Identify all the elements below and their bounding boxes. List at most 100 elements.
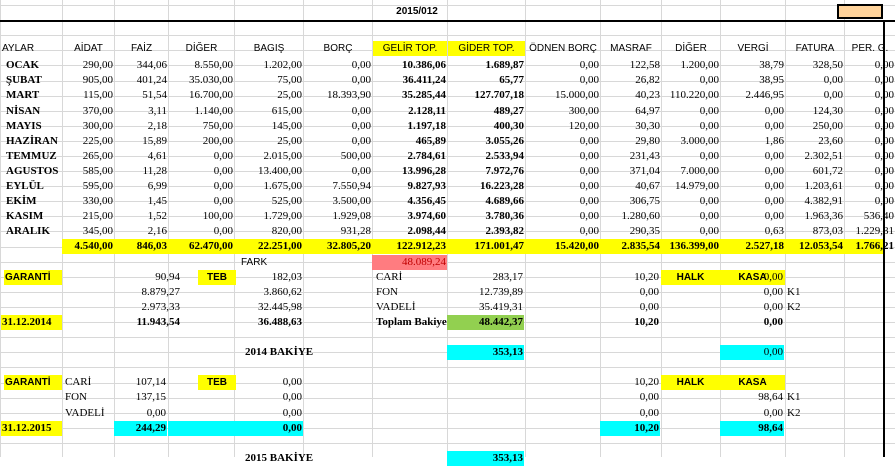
kasa-value: 0,00 [763,271,783,283]
table-cell: 290,00 [82,59,113,71]
table-cell: 290,35 [629,225,660,237]
account-label: VADELİ [376,301,416,313]
bakiye-2014-label: 2014 BAKİYE [245,346,314,358]
table-cell: 601,72 [812,165,843,177]
table-cell: 0,00 [351,74,371,86]
table-cell: 2.302,51 [804,150,844,162]
account-value: 283,17 [492,271,523,283]
garanti-total: 11.943,54 [136,316,180,328]
table-cell: 0,00 [579,180,599,192]
total-cell: 846,03 [136,240,167,252]
table-cell: 300,00 [568,105,599,117]
header-cell: DİĞER [185,43,218,54]
table-cell: 0,00 [699,225,719,237]
date-label: 31.12.2015 [1,421,62,436]
table-cell: 4.382,91 [804,195,844,207]
account-value: 35.419,31 [479,301,523,313]
selected-cell[interactable] [837,4,883,19]
garanti-value: 137,15 [135,391,166,403]
table-cell: 0,00 [764,180,784,192]
kasa-value: 0,00 [763,286,783,298]
bakiye-2014-value: 353,13 [447,345,524,360]
garanti-label: GARANTİ [4,375,62,390]
table-cell: 0,00 [351,105,371,117]
table-cell: 615,00 [271,105,302,117]
month-label: TEMMUZ [6,150,57,162]
month-label: EKİM [6,195,37,207]
table-cell: 0,00 [874,120,894,132]
month-label: EYLÜL [6,180,44,192]
halk-value: 10,20 [634,376,659,388]
bakiye-2015-value: 353,13 [447,451,524,466]
spreadsheet[interactable]: 2015/012 AYLAR AİDAT FAİZ DİĞER BAGIŞ BORÇ GELİ… [0,0,895,466]
table-cell: 0,00 [874,74,894,86]
table-cell: 0,00 [213,165,233,177]
table-cell: 1.929,08 [332,210,372,222]
table-cell: 595,00 [82,180,113,192]
month-label: HAZİRAN [6,135,58,147]
table-cell: 330,00 [82,195,113,207]
garanti-value: 2.973,33 [141,301,181,313]
table-cell: 26,82 [635,74,660,86]
header-cell: DİĞER [675,43,707,54]
total-cell: 2.835,54 [621,240,661,252]
table-cell: 931,28 [340,225,371,237]
table-cell: 3.055,26 [485,135,525,147]
k-label: K2 [787,407,801,419]
table-cell: 0,00 [874,135,894,147]
kasa-total: 98,64 [720,421,784,436]
table-cell: 215,00 [82,210,113,222]
teb-value: 3.860,62 [263,286,303,298]
halk-value: 0,00 [639,301,659,313]
table-cell: 0,00 [874,180,894,192]
table-cell: 873,03 [812,225,843,237]
header-cell: GELİR TOP. [373,41,447,56]
table-cell: 200,00 [202,135,233,147]
table-cell: 7.972,76 [485,165,525,177]
table-cell: 35.285,44 [402,89,446,101]
total-cell: 171.001,47 [474,240,525,252]
table-cell: 1,52 [147,210,167,222]
total-cell: 15.420,00 [555,240,599,252]
teb-value: 0,00 [282,407,302,419]
header-cell: AYLAR [2,43,35,54]
halk-value: 0,00 [639,407,659,419]
header-cell: VERGİ [737,43,769,54]
bakiye-2014-kasa: 0,00 [720,345,784,360]
header-cell: FATURA [795,43,835,54]
teb-value: 0,00 [282,376,302,388]
total-cell: 122.912,23 [396,240,447,252]
table-cell: 124,30 [812,105,843,117]
table-cell: 13.400,00 [258,165,302,177]
header-cell: FAİZ [130,43,153,54]
table-cell: 0,00 [823,89,843,101]
total-cell: 1.766,21 [855,240,895,252]
table-cell: 0,00 [874,89,894,101]
month-label: OCAK [6,59,39,71]
table-cell: 2.393,82 [485,225,525,237]
header-cell: ÖDNEN BORÇ [529,43,597,54]
table-cell: 0,00 [874,105,894,117]
table-cell: 7.550,94 [332,180,372,192]
table-cell: 115,00 [83,89,113,101]
teb-value: 182,03 [271,271,302,283]
account-label: FON [376,286,399,298]
halk-total: 10,20 [634,316,659,328]
table-cell: 0,00 [764,195,784,207]
table-cell: 15.000,00 [555,89,599,101]
table-cell: 2.015,00 [263,150,303,162]
header-cell: BORÇ [323,43,353,54]
table-cell: 9.827,93 [407,180,447,192]
table-cell: 0,00 [579,74,599,86]
table-cell: 306,75 [629,195,660,207]
table-cell: 18.393,90 [327,89,371,101]
table-cell: 120,00 [568,120,599,132]
table-cell: 0,00 [699,74,719,86]
table-cell: 1.280,60 [621,210,661,222]
table-cell: 1.963,36 [804,210,844,222]
table-cell: 0,00 [579,225,599,237]
table-cell: 2.784,61 [407,150,447,162]
halk-value: 0,00 [639,391,659,403]
table-cell: 100,00 [202,210,233,222]
account-label: FON [65,391,88,403]
